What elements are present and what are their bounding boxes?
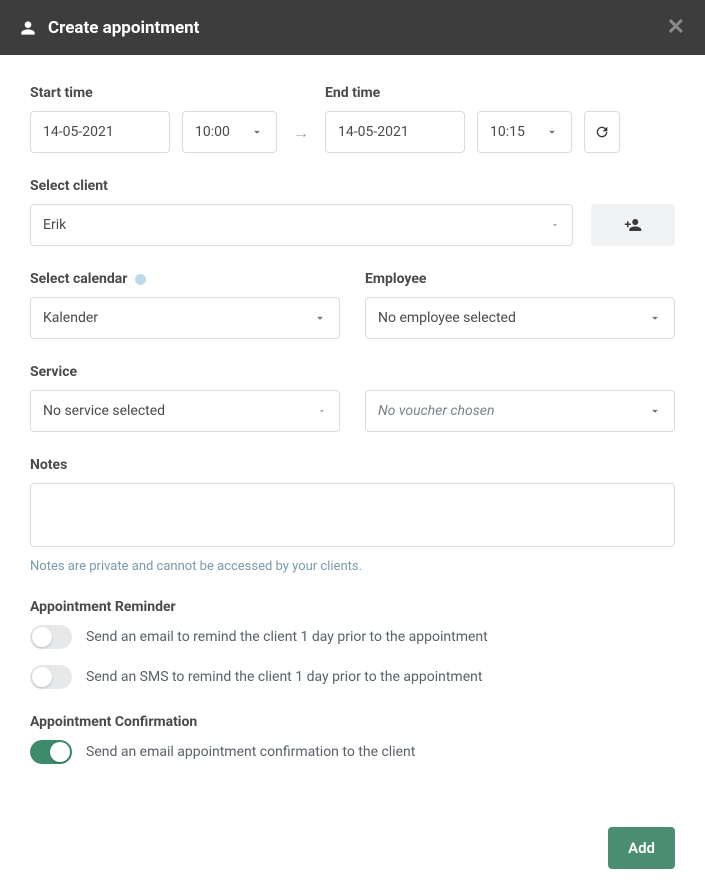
end-time-select[interactable]: 10:15 <box>477 111 572 153</box>
close-icon[interactable]: ✕ <box>667 15 685 40</box>
notes-textarea[interactable] <box>30 483 675 547</box>
caret-down-icon <box>550 220 560 230</box>
employee-value: No employee selected <box>378 310 516 326</box>
modal-footer: Add <box>0 827 705 889</box>
start-time-value: 10:00 <box>195 124 230 140</box>
calendar-select[interactable]: Kalender <box>30 297 340 339</box>
confirmation-label: Appointment Confirmation <box>30 714 675 730</box>
start-date-value: 14-05-2021 <box>43 124 114 140</box>
reminder-email-text: Send an email to remind the client 1 day… <box>86 629 488 645</box>
arrow-right-icon: → <box>289 123 313 153</box>
refresh-button[interactable] <box>584 111 620 153</box>
start-time-label: Start time <box>30 85 277 101</box>
chevron-down-icon <box>545 125 559 139</box>
add-button[interactable]: Add <box>608 827 675 869</box>
end-time-label: End time <box>325 85 620 101</box>
end-date-input[interactable]: 14-05-2021 <box>325 111 465 153</box>
person-icon <box>20 20 36 36</box>
end-time-value: 10:15 <box>490 124 525 140</box>
client-label: Select client <box>30 178 675 194</box>
voucher-placeholder: No voucher chosen <box>378 403 494 419</box>
chevron-down-icon <box>648 311 662 325</box>
employee-label: Employee <box>365 271 675 287</box>
service-value: No service selected <box>43 403 165 419</box>
confirmation-toggle[interactable] <box>30 740 72 764</box>
modal-title: Create appointment <box>48 18 199 38</box>
notes-label: Notes <box>30 457 675 473</box>
chevron-down-icon <box>313 311 327 325</box>
refresh-icon <box>594 124 610 140</box>
calendar-label: Select calendar <box>30 271 340 287</box>
client-value: Erik <box>43 217 66 233</box>
chevron-down-icon <box>648 404 662 418</box>
reminder-email-toggle[interactable] <box>30 625 72 649</box>
voucher-select[interactable]: No voucher chosen <box>365 390 675 432</box>
reminder-label: Appointment Reminder <box>30 599 675 615</box>
service-label: Service <box>30 364 675 380</box>
reminder-sms-toggle[interactable] <box>30 665 72 689</box>
create-appointment-modal: Create appointment ✕ Start time 14-05-20… <box>0 0 705 889</box>
calendar-value: Kalender <box>43 310 98 326</box>
service-select[interactable]: No service selected <box>30 390 340 432</box>
confirmation-text: Send an email appointment confirmation t… <box>86 744 415 760</box>
add-person-icon <box>624 216 642 234</box>
modal-body: Start time 14-05-2021 10:00 → End time <box>0 55 705 827</box>
start-time-select[interactable]: 10:00 <box>182 111 277 153</box>
modal-header: Create appointment ✕ <box>0 0 705 55</box>
notes-help-text: Notes are private and cannot be accessed… <box>30 559 675 574</box>
reminder-sms-text: Send an SMS to remind the client 1 day p… <box>86 669 482 685</box>
caret-down-icon <box>317 406 327 416</box>
add-client-button[interactable] <box>591 204 675 246</box>
calendar-color-dot <box>135 274 146 285</box>
client-select[interactable]: Erik <box>30 204 573 246</box>
end-date-value: 14-05-2021 <box>338 124 409 140</box>
start-date-input[interactable]: 14-05-2021 <box>30 111 170 153</box>
chevron-down-icon <box>250 125 264 139</box>
employee-select[interactable]: No employee selected <box>365 297 675 339</box>
